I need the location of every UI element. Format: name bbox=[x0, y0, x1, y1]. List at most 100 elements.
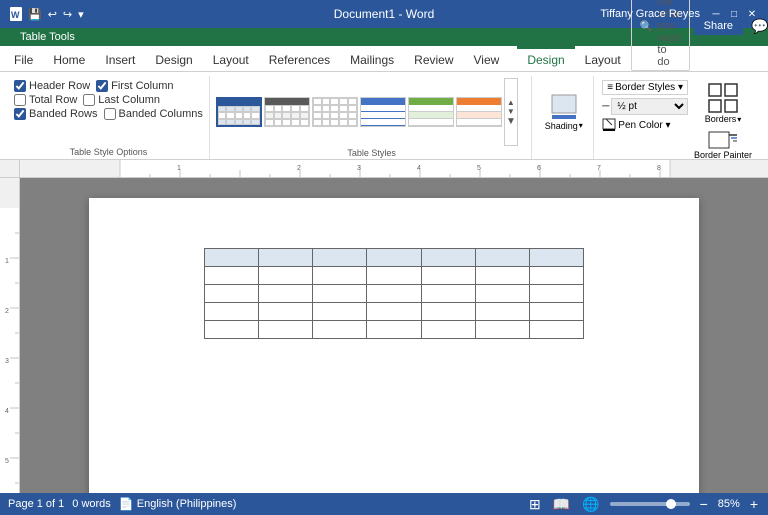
table-cell[interactable] bbox=[313, 249, 367, 267]
table-cell[interactable] bbox=[367, 285, 421, 303]
table-cell[interactable] bbox=[421, 321, 475, 339]
table-cell[interactable] bbox=[529, 303, 583, 321]
tab-home[interactable]: Home bbox=[43, 46, 95, 71]
header-row-checkbox-label[interactable]: Header Row bbox=[14, 80, 90, 92]
tab-design[interactable]: Design bbox=[145, 46, 202, 71]
svg-text:6: 6 bbox=[537, 165, 541, 172]
tab-mailings[interactable]: Mailings bbox=[340, 46, 404, 71]
zoom-slider[interactable] bbox=[610, 502, 690, 506]
last-column-label: Last Column bbox=[98, 94, 160, 106]
table-cell[interactable] bbox=[259, 249, 313, 267]
web-view-btn[interactable]: 🌐 bbox=[580, 496, 601, 513]
table-cell[interactable] bbox=[313, 321, 367, 339]
border-styles-icon: ≡ bbox=[607, 82, 613, 93]
undo-quick-btn[interactable]: ↩ bbox=[46, 6, 59, 23]
first-column-checkbox[interactable] bbox=[96, 80, 108, 92]
table-cell[interactable] bbox=[313, 303, 367, 321]
table-cell[interactable] bbox=[259, 267, 313, 285]
first-column-checkbox-label[interactable]: First Column bbox=[96, 80, 173, 92]
table-cell[interactable] bbox=[475, 303, 529, 321]
total-row-checkbox-label[interactable]: Total Row bbox=[14, 94, 77, 106]
pen-width-select[interactable]: ½ pt bbox=[611, 98, 688, 115]
table-cell[interactable] bbox=[367, 303, 421, 321]
svg-text:5: 5 bbox=[5, 458, 9, 465]
zoom-percentage: 85% bbox=[718, 498, 740, 510]
table-cell[interactable] bbox=[367, 267, 421, 285]
status-right: ⊞ 📖 🌐 − 85% + bbox=[527, 496, 760, 513]
document-area[interactable] bbox=[20, 178, 768, 493]
table-cell[interactable] bbox=[421, 285, 475, 303]
table-style-6[interactable] bbox=[456, 97, 502, 127]
table-cell[interactable] bbox=[529, 249, 583, 267]
tab-insert[interactable]: Insert bbox=[95, 46, 145, 71]
banded-columns-checkbox-label[interactable]: Banded Columns bbox=[104, 108, 203, 120]
last-column-checkbox[interactable] bbox=[83, 94, 95, 106]
border-styles-button[interactable]: ≡ Border Styles ▾ bbox=[602, 80, 688, 95]
table-style-2[interactable] bbox=[264, 97, 310, 127]
document-title: Document1 - Word bbox=[334, 7, 434, 21]
banded-columns-checkbox[interactable] bbox=[104, 108, 116, 120]
table-style-4[interactable] bbox=[360, 97, 406, 127]
table-cell[interactable] bbox=[205, 249, 259, 267]
tab-view[interactable]: View bbox=[464, 46, 510, 71]
tab-layout[interactable]: Layout bbox=[203, 46, 259, 71]
tab-file[interactable]: File bbox=[4, 46, 43, 71]
table-cell[interactable] bbox=[367, 321, 421, 339]
table-cell[interactable] bbox=[259, 321, 313, 339]
more-styles-button[interactable]: ▲ ▼ ▼ bbox=[504, 78, 518, 146]
table-styles-label: Table Styles bbox=[347, 146, 396, 158]
print-layout-view-btn[interactable]: ⊞ bbox=[527, 496, 543, 513]
save-quick-btn[interactable]: 💾 bbox=[26, 6, 44, 23]
table-style-3[interactable] bbox=[312, 97, 358, 127]
table-cell[interactable] bbox=[421, 267, 475, 285]
minimize-btn[interactable]: ─ bbox=[708, 7, 724, 21]
table-cell[interactable] bbox=[475, 267, 529, 285]
table-cell[interactable] bbox=[367, 249, 421, 267]
header-row-checkbox[interactable] bbox=[14, 80, 26, 92]
borders-button[interactable]: Borders ▾ bbox=[692, 80, 754, 126]
table-cell[interactable] bbox=[259, 303, 313, 321]
table-cell[interactable] bbox=[475, 285, 529, 303]
zoom-out-btn[interactable]: − bbox=[698, 496, 710, 512]
pen-color-button[interactable]: Pen Color ▾ bbox=[618, 120, 670, 131]
tab-table-layout[interactable]: Layout bbox=[575, 46, 631, 71]
redo-quick-btn[interactable]: ↪ bbox=[61, 6, 74, 23]
close-btn[interactable]: ✕ bbox=[744, 7, 760, 21]
borders-icon bbox=[707, 82, 739, 114]
borders-arrow-icon: ▾ bbox=[737, 115, 741, 124]
table-cell[interactable] bbox=[529, 321, 583, 339]
banded-rows-checkbox-label[interactable]: Banded Rows bbox=[14, 108, 98, 120]
table-cell[interactable] bbox=[475, 249, 529, 267]
read-mode-view-btn[interactable]: 📖 bbox=[551, 496, 572, 513]
total-row-checkbox[interactable] bbox=[14, 94, 26, 106]
document-table[interactable] bbox=[204, 248, 584, 339]
border-painter-button[interactable]: Border Painter bbox=[692, 128, 754, 162]
maximize-btn[interactable]: □ bbox=[726, 7, 742, 21]
table-style-5[interactable] bbox=[408, 97, 454, 127]
table-cell[interactable] bbox=[205, 285, 259, 303]
zoom-in-btn[interactable]: + bbox=[748, 496, 760, 512]
table-cell[interactable] bbox=[259, 285, 313, 303]
horizontal-ruler: 1 2 3 4 5 6 7 8 bbox=[20, 160, 768, 178]
table-style-options-content: Header Row First Column Total Row Last C… bbox=[12, 78, 205, 145]
tab-review[interactable]: Review bbox=[404, 46, 463, 71]
table-cell[interactable] bbox=[313, 285, 367, 303]
table-cell[interactable] bbox=[205, 321, 259, 339]
tab-table-design[interactable]: Design bbox=[517, 46, 574, 71]
table-cell[interactable] bbox=[475, 321, 529, 339]
table-style-active[interactable] bbox=[216, 97, 262, 127]
customize-quick-btn[interactable]: ▾ bbox=[76, 6, 86, 23]
banded-rows-checkbox[interactable] bbox=[14, 108, 26, 120]
table-row bbox=[205, 321, 584, 339]
table-cell[interactable] bbox=[529, 267, 583, 285]
table-cell[interactable] bbox=[205, 267, 259, 285]
tab-references[interactable]: References bbox=[259, 46, 340, 71]
table-cell[interactable] bbox=[313, 267, 367, 285]
table-cell[interactable] bbox=[529, 285, 583, 303]
svg-text:1: 1 bbox=[5, 258, 9, 265]
table-cell[interactable] bbox=[421, 249, 475, 267]
last-column-checkbox-label[interactable]: Last Column bbox=[83, 94, 160, 106]
shading-button[interactable]: Shading ▾ bbox=[541, 91, 587, 133]
table-cell[interactable] bbox=[421, 303, 475, 321]
table-cell[interactable] bbox=[205, 303, 259, 321]
